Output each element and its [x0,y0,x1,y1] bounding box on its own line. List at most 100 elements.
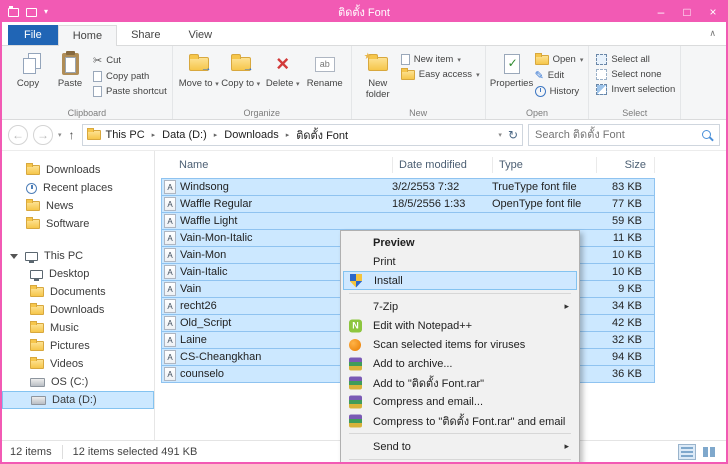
properties-icon[interactable] [26,8,37,17]
computer-icon [25,252,38,261]
sidebar-item-software[interactable]: Software [2,215,154,233]
cut-button[interactable]: ✂Cut [93,54,167,67]
paste-button[interactable]: Paste [49,49,91,90]
sidebar-item-recent-places[interactable]: Recent places [2,179,154,197]
file-row[interactable]: Waffle Light59 KB [161,212,655,230]
copy-to-label: Copy to [221,78,254,89]
folder-icon [26,201,40,211]
file-type: OpenType font file [492,198,594,210]
menu-item-label: Edit with Notepad++ [373,320,472,332]
pencil-icon: ✎ [535,69,544,82]
details-view-button[interactable] [678,444,696,460]
tab-file[interactable]: File [8,25,58,45]
drive-icon [31,396,46,405]
file-row[interactable]: Windsong3/2/2553 7:32TrueType font file8… [161,178,655,196]
breadcrumb[interactable]: This PC ▸ Data (D:) ▸ Downloads ▸ ติดตั้… [82,124,523,146]
copy-button[interactable]: Copy [7,49,49,90]
column-header-date-modified[interactable]: Date modified [393,157,493,173]
maximize-button[interactable]: □ [674,2,700,22]
sidebar-item-label: Software [46,218,89,230]
menu-item-compress-rar-email[interactable]: Compress to "ติดตั้ง Font.rar" and email [343,411,577,430]
open-button[interactable]: Open▾ [535,54,584,65]
select-all-button[interactable]: Select all [596,54,675,65]
search-box[interactable] [528,124,720,146]
back-button[interactable]: ← [8,125,28,145]
menu-item-7zip[interactable]: 7-Zip▸ [343,297,577,316]
tab-view[interactable]: View [174,25,226,45]
sidebar-item-desktop[interactable]: Desktop [2,265,154,283]
explorer-icon [8,8,19,17]
breadcrumb-current-folder[interactable]: ติดตั้ง Font [293,126,351,144]
column-header-size[interactable]: Size [597,157,655,173]
tab-home[interactable]: Home [58,25,117,46]
winrar-icon [349,357,362,370]
search-input[interactable] [529,125,719,145]
menu-item-compress-email[interactable]: Compress and email... [343,392,577,411]
sidebar-item-this-pc[interactable]: This PC [2,247,154,265]
sidebar-item-os-c[interactable]: OS (C:) [2,373,154,391]
sidebar-item-data-d[interactable]: Data (D:) [2,391,154,409]
column-header-type[interactable]: Type [493,157,597,173]
copy-label: Copy [17,79,39,90]
breadcrumb-this-pc[interactable]: This PC [103,129,148,141]
paste-shortcut-button[interactable]: Paste shortcut [93,86,167,97]
minimize-button[interactable]: – [648,2,674,22]
sidebar-item-downloads[interactable]: Downloads [2,301,154,319]
font-file-icon [164,214,176,228]
forward-button[interactable]: → [33,125,53,145]
column-header-name[interactable]: Name [157,157,393,173]
search-icon [702,130,714,142]
antivirus-icon [349,339,361,351]
menu-item-add-to-archive[interactable]: Add to archive... [343,354,577,373]
menu-item-label: Add to "ติดตั้ง Font.rar" [373,374,484,392]
expanded-twisty-icon[interactable] [10,254,18,259]
edit-button[interactable]: ✎Edit [535,69,584,82]
location-folder-icon [87,130,101,140]
rename-button[interactable]: ab Rename [304,49,346,90]
move-to-button[interactable]: → Move to ▾ [178,49,220,90]
address-dropdown-arrow-icon[interactable]: ▾ [498,131,502,139]
window-title: ติดตั้ง Font [2,3,726,21]
large-icons-view-button[interactable] [700,444,718,460]
menu-item-print[interactable]: Print [343,252,577,271]
file-row[interactable]: Waffle Regular18/5/2556 1:33OpenType fon… [161,195,655,213]
copy-to-button[interactable]: → Copy to ▾ [220,49,262,90]
breadcrumb-downloads[interactable]: Downloads [221,129,281,141]
submenu-arrow-icon: ▸ [564,301,569,312]
refresh-icon[interactable]: ↻ [508,128,518,142]
menu-item-edit-notepadpp[interactable]: Edit with Notepad++ [343,316,577,335]
paste-label: Paste [58,79,82,90]
customize-toolbar-arrow-icon[interactable]: ▾ [44,8,48,16]
tab-share[interactable]: Share [117,25,174,45]
copy-path-button[interactable]: Copy path [93,71,167,82]
menu-item-add-to-rar[interactable]: Add to "ติดตั้ง Font.rar" [343,373,577,392]
properties-button[interactable]: Properties [491,49,533,90]
sidebar-item-label: Recent places [43,182,113,194]
dropdown-arrow-icon: ▾ [215,81,219,88]
ribbon-tab-bar: File Home Share View ∧ [2,22,726,46]
easy-access-button[interactable]: Easy access▾ [401,69,480,80]
menu-item-send-to[interactable]: Send to▸ [343,437,577,456]
sidebar-item-pictures[interactable]: Pictures [2,337,154,355]
new-item-label: New item [414,54,454,65]
breadcrumb-data-d[interactable]: Data (D:) [159,129,210,141]
menu-item-preview[interactable]: Preview [343,233,577,252]
close-button[interactable]: × [700,2,726,22]
menu-item-scan-viruses[interactable]: Scan selected items for viruses [343,335,577,354]
sidebar-item-news[interactable]: News [2,197,154,215]
menu-item-install[interactable]: Install [343,271,577,290]
up-button[interactable]: ↑ [67,128,77,142]
sidebar-item-videos[interactable]: Videos [2,355,154,373]
quick-access-toolbar: ▾ [8,8,48,17]
recent-locations-arrow-icon[interactable]: ▾ [58,131,62,139]
sidebar-item-downloads-fav[interactable]: Downloads [2,161,154,179]
select-none-button[interactable]: Select none [596,69,675,80]
history-button[interactable]: History [535,86,584,97]
invert-selection-button[interactable]: Invert selection [596,84,675,95]
collapse-ribbon-chevron-icon[interactable]: ∧ [709,28,716,39]
sidebar-item-music[interactable]: Music [2,319,154,337]
new-item-button[interactable]: New item▾ [401,54,480,65]
delete-button[interactable]: × Delete ▾ [262,49,304,90]
new-folder-button[interactable]: ★ New folder [357,49,399,101]
sidebar-item-documents[interactable]: Documents [2,283,154,301]
